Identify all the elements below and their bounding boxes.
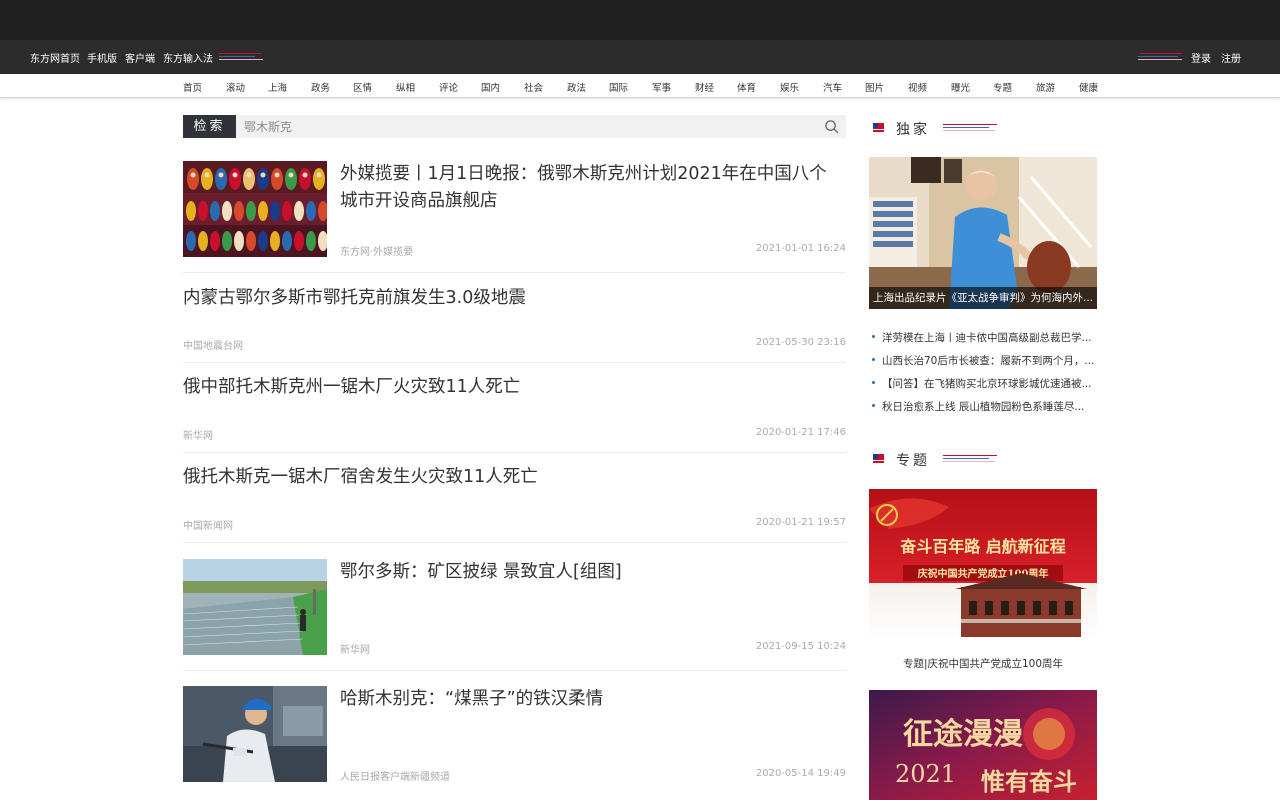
channel-nav: 首页 滚动 上海 政务 区情 纵相 评论 国内 社会 政法 国际 军事 财经 体… (0, 74, 1280, 98)
article-thumbnail-matryoshka[interactable] (183, 161, 327, 257)
nav-item-video[interactable]: 视频 (908, 80, 927, 94)
article-item[interactable]: 俄托木斯克一锯木厂宿舍发生火灾致11人死亡 中国新闻网 2020-01-21 1… (183, 464, 846, 543)
nav-item-photo[interactable]: 图片 (865, 80, 884, 94)
article-title[interactable]: 外媒揽要丨1月1日晚报：俄鄂木斯克州计划2021年在中国八个城市开设商品旗舰店 (340, 161, 840, 215)
feature-caption[interactable]: 上海出品纪录片《亚太战争审判》为何海内外... (869, 287, 1097, 309)
register-link[interactable]: 注册 (1221, 50, 1241, 65)
article-source: 中国新闻网 (183, 521, 233, 532)
exclusive-news-list: 洋劳模在上海丨迪卡侬中国高级副总裁巴学... 山西长治70后市长被查：履新不到两… (870, 330, 1098, 422)
nav-item-entertainment[interactable]: 娱乐 (780, 80, 799, 94)
mobile-link[interactable]: 手机版 (87, 50, 117, 65)
list-item[interactable]: 山西长治70后市长被查：履新不到两个月，... (870, 353, 1098, 376)
article-time: 2020-01-21 19:57 (755, 517, 846, 528)
banner-title: 奋斗百年路 启航新征程 (899, 537, 1066, 556)
bullet-icon (872, 358, 875, 361)
banner2-text2: 惟有奋斗 (981, 767, 1077, 796)
home-link[interactable]: 东方网首页 (30, 50, 80, 65)
topic-banner-2021[interactable]: 征途漫漫 2021 惟有奋斗 (869, 690, 1097, 800)
article-title[interactable]: 俄中部托木斯克州一锯木厂火灾致11人死亡 (183, 374, 520, 401)
article-time: 2021-09-15 10:24 (755, 641, 846, 652)
decor-lines-right (1138, 53, 1182, 62)
nav-item-sports[interactable]: 体育 (737, 80, 756, 94)
article-item[interactable]: 外媒揽要丨1月1日晚报：俄鄂木斯克州计划2021年在中国八个城市开设商品旗舰店 … (183, 161, 846, 273)
article-source: 新华网 (340, 645, 370, 656)
article-thumbnail-worker[interactable] (183, 686, 327, 782)
heading-decor-lines (943, 124, 997, 133)
article-title[interactable]: 内蒙古鄂尔多斯市鄂托克前旗发生3.0级地震 (183, 285, 526, 312)
bullet-icon (872, 404, 875, 407)
nav-item-topics[interactable]: 专题 (993, 80, 1012, 94)
search-input[interactable] (244, 115, 804, 138)
sidebar-heading-exclusive: 独家 (873, 118, 1097, 138)
topic-banner-centenary[interactable]: 奋斗百年路 启航新征程 庆祝中国共产党成立100周年 (869, 489, 1097, 641)
article-source: 中国地震台网 (183, 341, 243, 352)
article-item[interactable]: 哈斯木别克：“煤黑子”的铁汉柔情 人民日报客户端新疆频道 2020-05-14 … (183, 686, 846, 800)
list-item[interactable]: 秋日治愈系上线 辰山植物园粉色系睡莲尽... (870, 399, 1098, 422)
login-link[interactable]: 登录 (1191, 50, 1211, 65)
search-icon[interactable] (824, 119, 839, 134)
nav-item-military[interactable]: 军事 (652, 80, 671, 94)
flag-icon (873, 454, 884, 463)
nav-item-opinion[interactable]: 评论 (439, 80, 458, 94)
sidebar-heading-text: 专题 (896, 453, 930, 469)
nav-item-society[interactable]: 社会 (524, 80, 543, 94)
bullet-icon (872, 381, 875, 384)
bullet-icon (872, 335, 875, 338)
nav-item-home[interactable]: 首页 (183, 80, 202, 94)
nav-item-exposure[interactable]: 曝光 (951, 80, 970, 94)
article-time: 2021-01-01 16:24 (755, 243, 846, 254)
search-label: 检索 (183, 115, 236, 138)
article-source: 人民日报客户端新疆频道 (340, 772, 450, 783)
topic-caption[interactable]: 专题|庆祝中国共产党成立100周年 (869, 656, 1097, 671)
browser-top-strip (0, 0, 1280, 40)
nav-item-law[interactable]: 政法 (567, 80, 586, 94)
flag-icon (873, 123, 884, 132)
article-item[interactable]: 鄂尔多斯：矿区披绿 景致宜人[组图] 新华网 2021-09-15 10:24 (183, 559, 846, 671)
nav-item-auto[interactable]: 汽车 (823, 80, 842, 94)
nav-item-travel[interactable]: 旅游 (1036, 80, 1055, 94)
client-link[interactable]: 客户端 (125, 50, 155, 65)
nav-item-zongxiang[interactable]: 纵相 (396, 80, 415, 94)
decor-lines-left (219, 53, 263, 62)
top-bar: 东方网首页 手机版 客户端 东方输入法 登录 注册 (0, 40, 1280, 74)
nav-item-district[interactable]: 区情 (353, 80, 372, 94)
sidebar-heading-topics: 专题 (873, 449, 1097, 469)
banner2-text1: 征途漫漫 (903, 717, 1023, 752)
feature-image-documentary[interactable]: 上海出品纪录片《亚太战争审判》为何海内外... (869, 157, 1097, 309)
nav-item-health[interactable]: 健康 (1079, 80, 1098, 94)
heading-decor-lines (943, 455, 997, 464)
article-title[interactable]: 鄂尔多斯：矿区披绿 景致宜人[组图] (340, 559, 622, 586)
list-item[interactable]: 洋劳模在上海丨迪卡侬中国高级副总裁巴学... (870, 330, 1098, 353)
banner2-year: 2021 (895, 760, 956, 788)
article-time: 2020-01-21 17:46 (755, 427, 846, 438)
article-item[interactable]: 内蒙古鄂尔多斯市鄂托克前旗发生3.0级地震 中国地震台网 2021-05-30 … (183, 285, 846, 363)
article-item[interactable]: 俄中部托木斯克州一锯木厂火灾致11人死亡 新华网 2020-01-21 17:4… (183, 374, 846, 453)
nav-item-finance[interactable]: 财经 (695, 80, 714, 94)
sidebar-heading-text: 独家 (896, 122, 930, 138)
article-source: 新华网 (183, 431, 213, 442)
nav-item-domestic[interactable]: 国内 (481, 80, 500, 94)
input-method-link[interactable]: 东方输入法 (163, 50, 213, 65)
article-time: 2020-05-14 19:49 (755, 768, 846, 779)
nav-item-government[interactable]: 政务 (311, 80, 330, 94)
article-title[interactable]: 哈斯木别克：“煤黑子”的铁汉柔情 (340, 686, 603, 713)
article-time: 2021-05-30 23:16 (755, 337, 846, 348)
article-source: 东方网·外媒揽要 (340, 247, 414, 258)
nav-item-rolling[interactable]: 滚动 (226, 80, 245, 94)
search-bar: 检索 (183, 115, 846, 138)
nav-item-shanghai[interactable]: 上海 (268, 80, 287, 94)
list-item[interactable]: 【问答】在飞猪购买北京环球影城优速通被... (870, 376, 1098, 399)
nav-item-international[interactable]: 国际 (609, 80, 628, 94)
article-title[interactable]: 俄托木斯克一锯木厂宿舍发生火灾致11人死亡 (183, 464, 538, 491)
article-thumbnail-mine-area[interactable] (183, 559, 327, 655)
